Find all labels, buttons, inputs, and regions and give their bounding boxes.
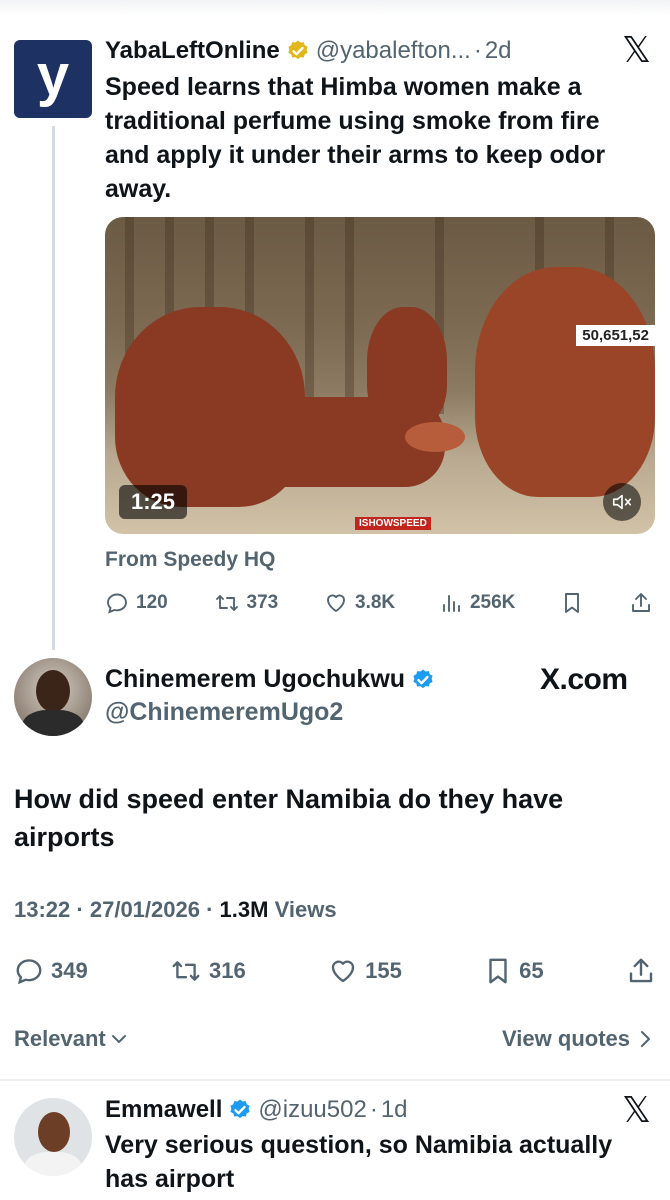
chevron-right-icon <box>641 1031 650 1047</box>
main-action-bar: 349 316 155 65 <box>14 953 656 989</box>
video-player[interactable]: 50,651,52 1:25 ISHOWSPEED <box>105 217 655 534</box>
divider <box>0 1079 670 1081</box>
x-logo-icon: 𝕏 <box>622 30 652 71</box>
view-quotes-link[interactable]: View quotes <box>502 1026 652 1052</box>
repost-icon <box>215 595 238 611</box>
reply-button[interactable]: 120 <box>105 591 168 615</box>
reply-icon <box>107 593 127 614</box>
like-icon <box>327 594 345 612</box>
bookmark-count: 65 <box>519 958 544 983</box>
repost-button[interactable]: 373 <box>214 591 279 615</box>
meta-dot: · <box>206 897 214 922</box>
video-watermark: ISHOWSPEED <box>355 517 431 530</box>
video-source-label[interactable]: From Speedy HQ <box>105 548 275 572</box>
header-separator: · <box>473 37 482 64</box>
thread-line <box>52 126 55 650</box>
verified-blue-icon <box>230 1099 250 1119</box>
reply-sort-dropdown[interactable]: Relevant <box>14 1026 128 1052</box>
share-icon <box>632 593 650 612</box>
video-figure <box>475 267 655 497</box>
views-count: 256K <box>469 592 516 613</box>
repost-button[interactable]: 316 <box>170 956 246 986</box>
main-display-name[interactable]: Chinemerem Ugochukwu <box>105 665 405 694</box>
repost-count: 316 <box>209 958 246 983</box>
x-logo-icon: 𝕏 <box>622 1090 652 1131</box>
tweet-views-label: Views <box>274 897 337 922</box>
chinemerem-avatar[interactable] <box>14 658 92 736</box>
like-button[interactable]: 3.8K <box>324 591 395 615</box>
like-icon <box>331 960 355 983</box>
repost-count: 373 <box>246 592 279 613</box>
bookmark-icon <box>565 593 580 613</box>
avatar-face <box>38 1112 70 1152</box>
reply-count: 120 <box>136 592 168 613</box>
like-button[interactable]: 155 <box>328 956 402 986</box>
avatar-letter: y <box>36 43 70 108</box>
repost-icon <box>172 961 200 981</box>
parent-action-bar: 120 373 3.8K 256K <box>105 588 653 618</box>
video-duration: 1:25 <box>119 485 188 519</box>
reply-display-name[interactable]: Emmawell <box>105 1096 222 1124</box>
emmawell-avatar[interactable] <box>14 1098 92 1176</box>
bookmark-icon <box>489 958 507 984</box>
tweet-views-count[interactable]: 1.3M <box>220 897 269 922</box>
main-handle[interactable]: @ChinemeremUgo2 <box>105 698 343 727</box>
mute-button[interactable] <box>603 483 641 521</box>
avatar-face <box>36 670 70 712</box>
chevron-down-icon <box>111 1035 126 1043</box>
verified-blue-icon <box>413 669 433 688</box>
parent-tweet-text: Speed learns that Himba women make a tra… <box>105 73 606 203</box>
main-tweet-meta: 13:22 · 27/01/2026 · 1.3M Views <box>14 897 337 923</box>
reply-handle[interactable]: @izuu502 <box>258 1096 366 1124</box>
reply-button[interactable]: 349 <box>14 956 88 986</box>
top-fade <box>0 0 670 16</box>
reply-count: 349 <box>51 958 88 983</box>
like-count: 155 <box>365 958 402 983</box>
tweet-time: 13:22 <box>14 897 71 922</box>
view-quotes-label: View quotes <box>502 1026 630 1051</box>
verified-gold-icon <box>288 40 308 60</box>
wall-detail <box>345 217 354 414</box>
bookmark-button[interactable] <box>561 591 583 615</box>
main-author-name-row: Chinemerem Ugochukwu <box>105 665 441 694</box>
views-icon <box>442 595 460 612</box>
video-view-counter: 50,651,52 <box>576 325 655 346</box>
views-button[interactable]: 256K <box>441 591 515 615</box>
share-button[interactable] <box>629 591 653 615</box>
parent-handle[interactable]: @yabalefton... <box>316 37 471 65</box>
avatar-body <box>24 1152 82 1176</box>
main-tweet-text: How did speed enter Namibia do they have… <box>14 784 564 852</box>
reply-tweet-text: Very serious question, so Namibia actual… <box>105 1131 613 1193</box>
video-bowl <box>405 422 465 452</box>
share-button[interactable] <box>626 956 656 986</box>
avatar-body <box>22 710 84 736</box>
share-icon <box>629 958 653 983</box>
parent-age: 2d <box>484 37 512 64</box>
wall-detail <box>305 217 314 414</box>
meta-dot: · <box>76 897 84 922</box>
header-separator: · <box>369 1096 378 1123</box>
bookmark-button[interactable]: 65 <box>484 956 544 986</box>
reply-tweet-header: Emmawell @izuu502 · 1d <box>105 1093 408 1127</box>
parent-tweet-header: YabaLeftOnline @yabalefton... · 2d <box>105 34 625 68</box>
like-count: 3.8K <box>355 592 396 613</box>
mute-icon <box>612 494 632 510</box>
tweet-date: 27/01/2026 <box>89 897 200 922</box>
yabaleftonline-avatar[interactable]: y <box>14 40 92 118</box>
reply-icon <box>16 959 42 985</box>
xcom-watermark: X.com <box>540 663 628 696</box>
parent-display-name[interactable]: YabaLeftOnline <box>105 37 280 65</box>
video-figure <box>367 307 447 427</box>
reply-age: 1d <box>380 1096 408 1123</box>
sort-label: Relevant <box>14 1026 106 1051</box>
